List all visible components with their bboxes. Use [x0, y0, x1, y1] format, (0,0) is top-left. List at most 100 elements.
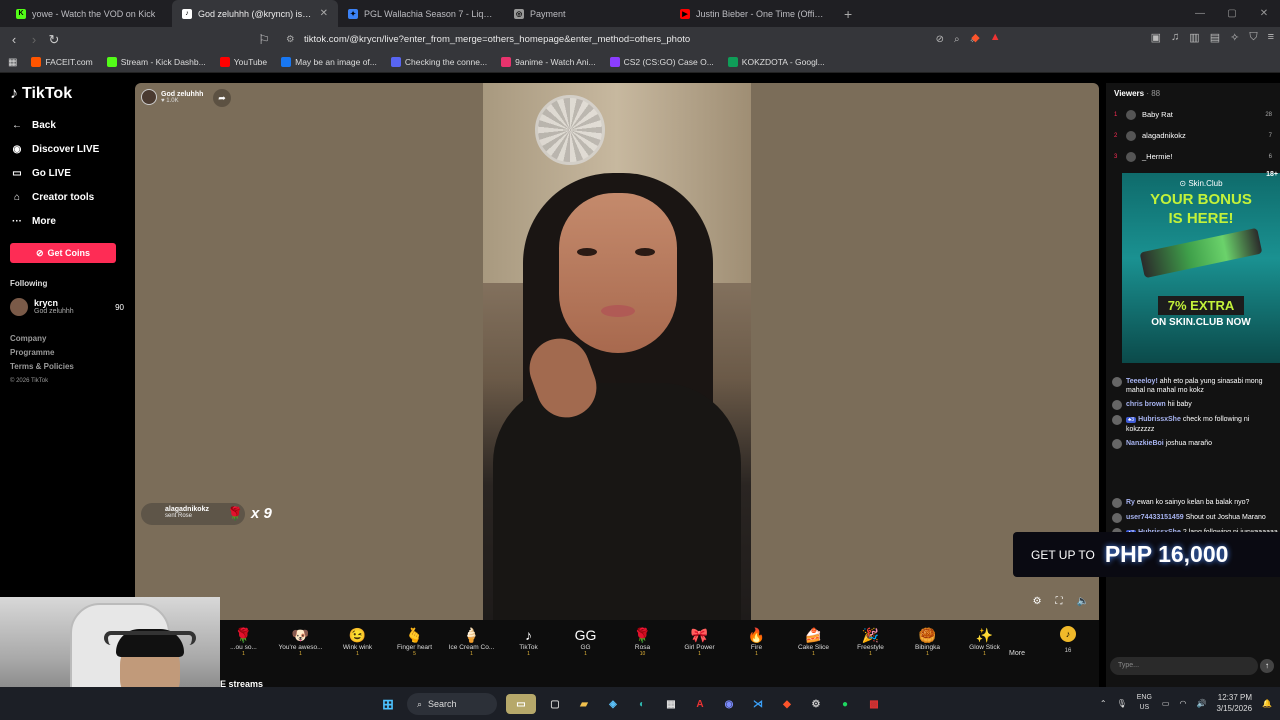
chat-username[interactable]: Teeeeloy!	[1126, 378, 1158, 385]
gift-item[interactable]: 😉 Wink wink 1	[329, 620, 386, 657]
bookmark-icon[interactable]: ⚐	[254, 32, 274, 48]
gift-item[interactable]: 🎉 Freestyle 1	[842, 620, 899, 657]
close-tab-icon[interactable]: ✕	[320, 8, 328, 19]
skinclub-ad[interactable]: 18+ ⊙ Skin.Club YOUR BONUS IS HERE! 7% E…	[1122, 171, 1280, 363]
leo-icon[interactable]: ✧	[1230, 31, 1239, 44]
mic-icon[interactable]: 🎙	[1117, 699, 1127, 708]
copilot-icon[interactable]: ◈	[603, 694, 623, 714]
host-info[interactable]: God zeluhhh ♥ 1.0K	[141, 89, 203, 105]
apps-icon[interactable]: ▦	[8, 57, 17, 68]
vscode-icon[interactable]: ⋊	[748, 694, 768, 714]
gift-item[interactable]: 🍰 Cake Slice 1	[785, 620, 842, 657]
gift-item[interactable]: 🫰 Finger heart 5	[386, 620, 443, 657]
browser-tab[interactable]: ▶ Justin Bieber - One Time (Official Musi…	[670, 0, 836, 27]
footer-link[interactable]: Programme	[10, 346, 124, 360]
bookmark-item[interactable]: 9anime - Watch Ani...	[501, 57, 596, 67]
wifi-icon[interactable]: ◠	[1179, 699, 1186, 708]
brave-rewards-icon[interactable]: ▲	[990, 31, 1001, 44]
gift-item[interactable]: 🔥 Fire 1	[728, 620, 785, 657]
chevron-up-icon[interactable]: ⌃	[1100, 699, 1107, 708]
brave-shield-icon[interactable]: ◆	[971, 31, 979, 44]
file-explorer-icon[interactable]: ▰	[574, 694, 594, 714]
bookmark-item[interactable]: Checking the conne...	[390, 57, 487, 67]
reader-icon[interactable]: ▥	[1189, 31, 1199, 44]
viewer-row[interactable]: 2 alagadnikokz 7	[1106, 125, 1280, 146]
chat-username[interactable]: user74433151459	[1126, 514, 1184, 521]
get-coins-button[interactable]: ⊘ Get Coins	[10, 243, 116, 263]
maximize-icon[interactable]: ▢	[1216, 8, 1248, 19]
promo-banner[interactable]: GET UP TO PHP 16,000	[1013, 532, 1280, 577]
bookmark-item[interactable]: YouTube	[219, 57, 267, 67]
taskbar-search[interactable]: ⌕ Search	[407, 693, 497, 715]
task-view-icon[interactable]: ▢	[545, 694, 565, 714]
tiktok-logo[interactable]: ♪ TikTok	[10, 85, 124, 103]
volume-icon[interactable]: 🔈	[1077, 596, 1089, 607]
adobe-icon[interactable]: A	[690, 694, 710, 714]
bookmark-item[interactable]: May be an image of...	[281, 57, 377, 67]
sidebar-icon[interactable]: ▣	[1151, 31, 1161, 44]
back-icon[interactable]: ‹	[4, 32, 24, 47]
viewers-header[interactable]: Viewers · 88	[1106, 83, 1280, 104]
fullscreen-icon[interactable]: ⛶	[1056, 596, 1063, 607]
site-info-icon[interactable]: ⚙	[286, 34, 295, 45]
music-icon[interactable]: ♫	[1171, 31, 1179, 44]
volume-icon[interactable]: 🔊	[1196, 699, 1206, 708]
display-icon[interactable]: ▭	[1162, 699, 1170, 708]
footer-link[interactable]: Terms & Policies	[10, 360, 124, 374]
brave-icon[interactable]: ◆	[777, 694, 797, 714]
discord-icon[interactable]: ◉	[719, 694, 739, 714]
spotify-icon[interactable]: ●	[835, 694, 855, 714]
bookmark-item[interactable]: CS2 (CS:GO) Case O...	[609, 57, 714, 67]
chat-username[interactable]: HubrissxShe	[1138, 416, 1181, 423]
widgets-icon[interactable]: ▭	[506, 694, 536, 714]
vpn-icon[interactable]: ⛉	[1249, 31, 1257, 44]
url-field[interactable]: ⚙ tiktok.com/@krycn/live?enter_from_merg…	[284, 30, 996, 49]
settings-icon[interactable]: ⚙	[1033, 596, 1042, 607]
browser-tab[interactable]: ✦ PGL Wallachia Season 7 - Liquipedia	[338, 0, 504, 27]
bookmark-item[interactable]: KOKZDOTA - Googl...	[727, 57, 825, 67]
gift-item[interactable]: GG GG 1	[557, 620, 614, 657]
gift-item[interactable]: 🐶 You're aweso... 1	[272, 620, 329, 657]
live-video[interactable]	[483, 83, 751, 620]
edge-icon[interactable]: ◐	[632, 694, 652, 714]
close-window-icon[interactable]: ✕	[1248, 8, 1280, 19]
footer-link[interactable]: Company	[10, 332, 124, 346]
chat-username[interactable]: Ry	[1126, 499, 1135, 506]
forward-icon[interactable]: ›	[24, 32, 44, 47]
notification-icon[interactable]: 🔔	[1262, 699, 1272, 708]
gift-item[interactable]: 🍦 Ice Cream Co... 1	[443, 620, 500, 657]
browser-tab[interactable]: ♪ God zeluhhh (@kryncn) is LIVE ✕	[172, 0, 338, 27]
following-item[interactable]: krycn God zeluhhh 90	[10, 298, 124, 316]
wallet-icon[interactable]: ▤	[1210, 31, 1220, 44]
gift-item[interactable]: 🌹 Rosa 10	[614, 620, 671, 657]
viewer-row[interactable]: 3 _Hermie! 6	[1106, 146, 1280, 167]
windows-start-icon[interactable]: ⊞	[378, 694, 398, 714]
gift-item[interactable]: 🎀 Girl Power 1	[671, 620, 728, 657]
sidebar-item-creator-tools[interactable]: ⌂ Creator tools	[10, 185, 124, 209]
gift-item[interactable]: 🌹 ...ou so... 1	[215, 620, 272, 657]
store-icon[interactable]: ▦	[661, 694, 681, 714]
share-icon[interactable]: ➦	[213, 89, 231, 107]
steam-icon[interactable]: ⚙	[806, 694, 826, 714]
sidebar-item-more[interactable]: ··· More	[10, 209, 124, 233]
more-gifts-button[interactable]: More	[997, 628, 1037, 657]
chat-username[interactable]: chris brown	[1126, 401, 1166, 408]
send-icon[interactable]: ↑	[1260, 659, 1274, 673]
minimize-icon[interactable]: —	[1184, 8, 1216, 19]
reload-icon[interactable]: ↻	[44, 32, 64, 48]
bookmark-item[interactable]: FACEIT.com	[31, 57, 93, 67]
clock[interactable]: 12:37 PM 3/15/2026	[1216, 692, 1252, 714]
sidebar-item-go-live[interactable]: ▭ Go LIVE	[10, 161, 124, 185]
gift-item[interactable]: ♪ TikTok 1	[500, 620, 557, 657]
sidebar-item-discover-live[interactable]: ◉ Discover LIVE	[10, 137, 124, 161]
coin-balance-button[interactable]: ♪ 16	[1053, 626, 1083, 654]
chat-username[interactable]: NanzkieBoi	[1126, 440, 1164, 447]
browser-tab[interactable]: ◎ Payment	[504, 0, 670, 27]
viewer-row[interactable]: 1 Baby Rat 28	[1106, 104, 1280, 125]
new-tab-button[interactable]: +	[836, 6, 860, 22]
menu-icon[interactable]: ≡	[1268, 31, 1274, 44]
bookmark-item[interactable]: Stream - Kick Dashb...	[106, 57, 206, 67]
gift-item[interactable]: 🥮 Bibingka 1	[899, 620, 956, 657]
sidebar-item-back[interactable]: ← Back	[10, 113, 124, 137]
language-indicator[interactable]: ENG US	[1137, 693, 1152, 713]
